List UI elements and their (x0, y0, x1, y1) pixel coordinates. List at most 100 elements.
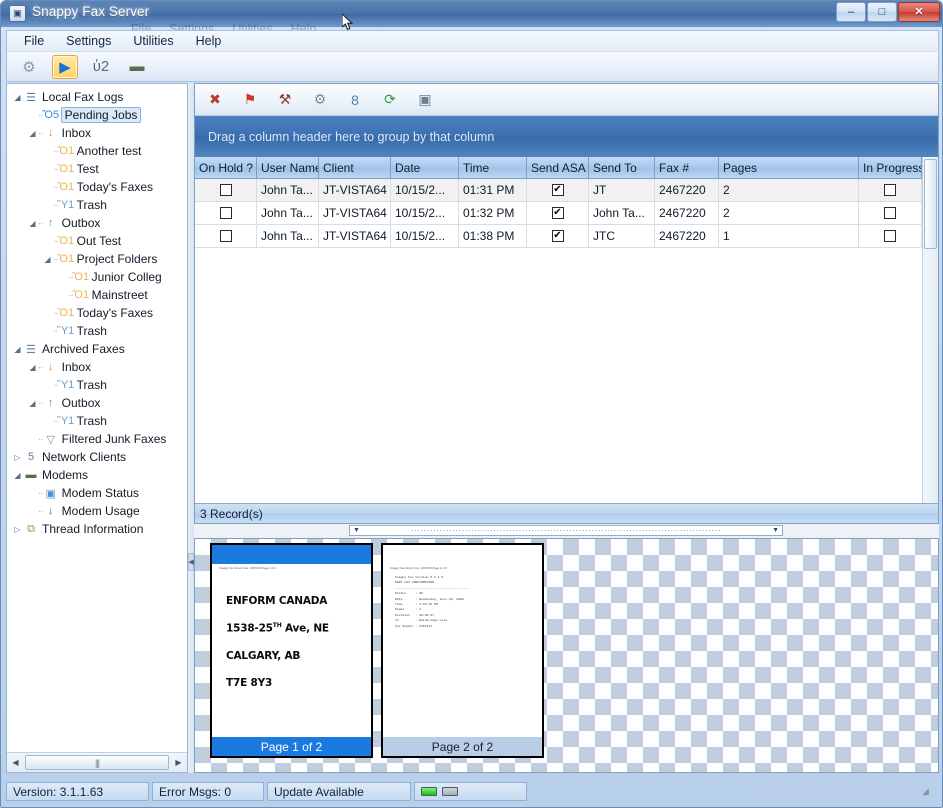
tree-node-modems[interactable]: ◢ ▬ Modems (7, 466, 187, 484)
tree-node-local-fax-logs[interactable]: ◢ ☰ Local Fax Logs (7, 88, 187, 106)
table-row[interactable]: John Ta... JT-VISTA64 10/15/2... 01:38 PM ✔ J… (195, 225, 922, 248)
status-update-available[interactable]: Update Available (267, 782, 411, 801)
grid-rows[interactable]: John Ta... JT-VISTA64 10/15/2... 01:31 PM ✔ J… (195, 179, 922, 503)
tree-node-today-s-faxes[interactable]: ·· Ὄ1 Today's Faxes (7, 304, 187, 322)
grid-header-row[interactable]: On Hold ? User Name Client Date Time Send ASA… (195, 157, 938, 179)
tree-node-modem-usage[interactable]: ·· ↓ Modem Usage (7, 502, 187, 520)
tree-node-mainstreet[interactable]: ·· Ὄ1 Mainstreet (7, 286, 187, 304)
checkbox-on-hold[interactable] (220, 230, 232, 242)
tree-node-today-s-faxes[interactable]: ·· Ὄ1 Today's Faxes (7, 178, 187, 196)
cell-on-hold[interactable] (195, 225, 257, 247)
cell-send-asa[interactable]: ✔ (527, 202, 589, 224)
tree-node-network-clients[interactable]: ▷ ὚5 Network Clients (7, 448, 187, 466)
column-header-on-hold[interactable]: On Hold ? (195, 157, 257, 178)
table-row[interactable]: John Ta... JT-VISTA64 10/15/2... 01:32 PM ✔ J… (195, 202, 922, 225)
delete-fax-icon[interactable]: ✖ (203, 89, 227, 111)
tree-node-inbox[interactable]: ◢ ·· ↓ Inbox (7, 358, 187, 376)
column-header-date[interactable]: Date (391, 157, 459, 178)
menu-item-utilities[interactable]: Utilities (122, 32, 184, 50)
tree-node-test[interactable]: ·· Ὄ1 Test (7, 160, 187, 178)
settings-gear-icon[interactable]: ⚙ (16, 55, 42, 79)
cell-on-hold[interactable] (195, 179, 257, 201)
tree-node-trash[interactable]: ·· Ὕ1 Trash (7, 412, 187, 430)
column-header-send-asa[interactable]: Send ASA (527, 157, 589, 178)
tree-expander-icon[interactable]: ◢ (28, 399, 37, 408)
minimize-button[interactable]: – (836, 2, 866, 22)
cell-send-asa[interactable]: ✔ (527, 225, 589, 247)
resize-grip[interactable]: ◢ (922, 786, 935, 799)
scroll-right-icon[interactable]: ▶ (170, 754, 187, 771)
grid-vertical-scrollbar[interactable] (922, 157, 938, 503)
cell-in-progress[interactable] (859, 202, 922, 224)
checkbox-send-asa[interactable]: ✔ (552, 184, 564, 196)
tree-node-archived-faxes[interactable]: ◢ ☰ Archived Faxes (7, 340, 187, 358)
tree-expander-icon[interactable]: ◢ (13, 345, 22, 354)
tree-expander-icon[interactable]: ◢ (28, 219, 37, 228)
splitter-down-icon[interactable]: ▼ (772, 527, 779, 534)
tree-expander-icon[interactable]: ◢ (43, 255, 52, 264)
tree-node-trash[interactable]: ·· Ὕ1 Trash (7, 322, 187, 340)
close-button[interactable]: ✕ (898, 2, 940, 22)
cell-in-progress[interactable] (859, 179, 922, 201)
checkbox-in-progress[interactable] (884, 230, 896, 242)
tree-node-pending-jobs[interactable]: ·· Ὄ5 Pending Jobs (7, 106, 187, 124)
tree-node-outbox[interactable]: ◢ ·· ↑ Outbox (7, 394, 187, 412)
splitter-handle[interactable]: ▼ ······································… (349, 525, 783, 536)
tree-expander-icon[interactable]: ◢ (13, 471, 22, 480)
cell-on-hold[interactable] (195, 202, 257, 224)
menu-item-settings[interactable]: Settings (55, 32, 122, 50)
tree-node-project-folders[interactable]: ◢ ·· Ὄ1 Project Folders (7, 250, 187, 268)
tree-node-junior-colleg[interactable]: ·· Ὄ1 Junior Colleg (7, 268, 187, 286)
properties-icon[interactable]: ▣ (413, 89, 437, 111)
tree-expander-icon[interactable]: ◢ (13, 93, 22, 102)
tree-node-thread-information[interactable]: ▷ ⧉ Thread Information (7, 520, 187, 538)
cancel-settings-icon[interactable]: ⚙ (308, 89, 332, 111)
horizontal-splitter[interactable]: ▼ ······································… (194, 524, 939, 538)
print-preview-icon[interactable]: ὚8 (343, 89, 367, 111)
checkbox-on-hold[interactable] (220, 184, 232, 196)
flag-fax-icon[interactable]: ⚑ (238, 89, 262, 111)
group-by-drop-area[interactable]: Drag a column header here to group by th… (195, 116, 938, 157)
checkbox-on-hold[interactable] (220, 207, 232, 219)
tools-icon[interactable]: ⚒ (273, 89, 297, 111)
tree-horizontal-scrollbar[interactable]: ◀ ||| ▶ (7, 752, 187, 772)
table-row[interactable]: John Ta... JT-VISTA64 10/15/2... 01:31 PM ✔ J… (195, 179, 922, 202)
column-header-fax[interactable]: Fax # (655, 157, 719, 178)
scroll-left-icon[interactable]: ◀ (7, 754, 24, 771)
tree-node-trash[interactable]: ·· Ὕ1 Trash (7, 376, 187, 394)
start-server-play-icon[interactable]: ▶ (52, 55, 78, 79)
tree-node-trash[interactable]: ·· Ὕ1 Trash (7, 196, 187, 214)
column-header-pages[interactable]: Pages (719, 157, 859, 178)
page-thumbnail-2[interactable]: Snappy Fax Server Fax: 2467220 Page 2 of… (381, 543, 544, 758)
tree-expander-icon[interactable]: ▷ (13, 453, 22, 462)
column-header-send-to[interactable]: Send To (589, 157, 655, 178)
column-header-in-progress[interactable]: In Progress (859, 157, 922, 178)
tree-node-out-test[interactable]: ·· Ὄ1 Out Test (7, 232, 187, 250)
checkbox-in-progress[interactable] (884, 184, 896, 196)
splitter-up-icon[interactable]: ▼ (353, 527, 360, 534)
checkbox-send-asa[interactable]: ✔ (552, 207, 564, 219)
tree-node-inbox[interactable]: ◢ ·· ↓ Inbox (7, 124, 187, 142)
grid-scroll-thumb[interactable] (924, 159, 937, 249)
page-thumbnail-1[interactable]: Snappy Fax Server Fax: 2467220 Page 1 of… (210, 543, 373, 758)
tree-node-another-test[interactable]: ·· Ὄ1 Another test (7, 142, 187, 160)
navigation-tree[interactable]: ◢ ☰ Local Fax Logs ·· Ὄ5 Pending Jobs ◢ ·· ↓ Inbo… (7, 84, 187, 752)
menu-item-help[interactable]: Help (185, 32, 233, 50)
tree-node-filtered-junk-faxes[interactable]: ·· ▽ Filtered Junk Faxes (7, 430, 187, 448)
menu-item-file[interactable]: File (13, 32, 55, 50)
tree-node-modem-status[interactable]: ·· ▣ Modem Status (7, 484, 187, 502)
tree-expander-icon[interactable]: ◢ (28, 363, 37, 372)
checkbox-send-asa[interactable]: ✔ (552, 230, 564, 242)
refresh-icon[interactable]: ⟳ (378, 89, 402, 111)
cell-in-progress[interactable] (859, 225, 922, 247)
column-header-time[interactable]: Time (459, 157, 527, 178)
tree-expander-icon[interactable]: ▷ (13, 525, 22, 534)
fax-page-preview-pane[interactable]: Snappy Fax Server Fax: 2467220 Page 1 of… (194, 538, 939, 773)
tree-node-outbox[interactable]: ◢ ·· ↑ Outbox (7, 214, 187, 232)
modem-icon[interactable]: ▬ (124, 55, 150, 79)
column-header-client[interactable]: Client (319, 157, 391, 178)
column-header-user-name[interactable]: User Name (257, 157, 319, 178)
checkbox-in-progress[interactable] (884, 207, 896, 219)
tree-expander-icon[interactable]: ◢ (28, 129, 37, 138)
cell-send-asa[interactable]: ✔ (527, 179, 589, 201)
